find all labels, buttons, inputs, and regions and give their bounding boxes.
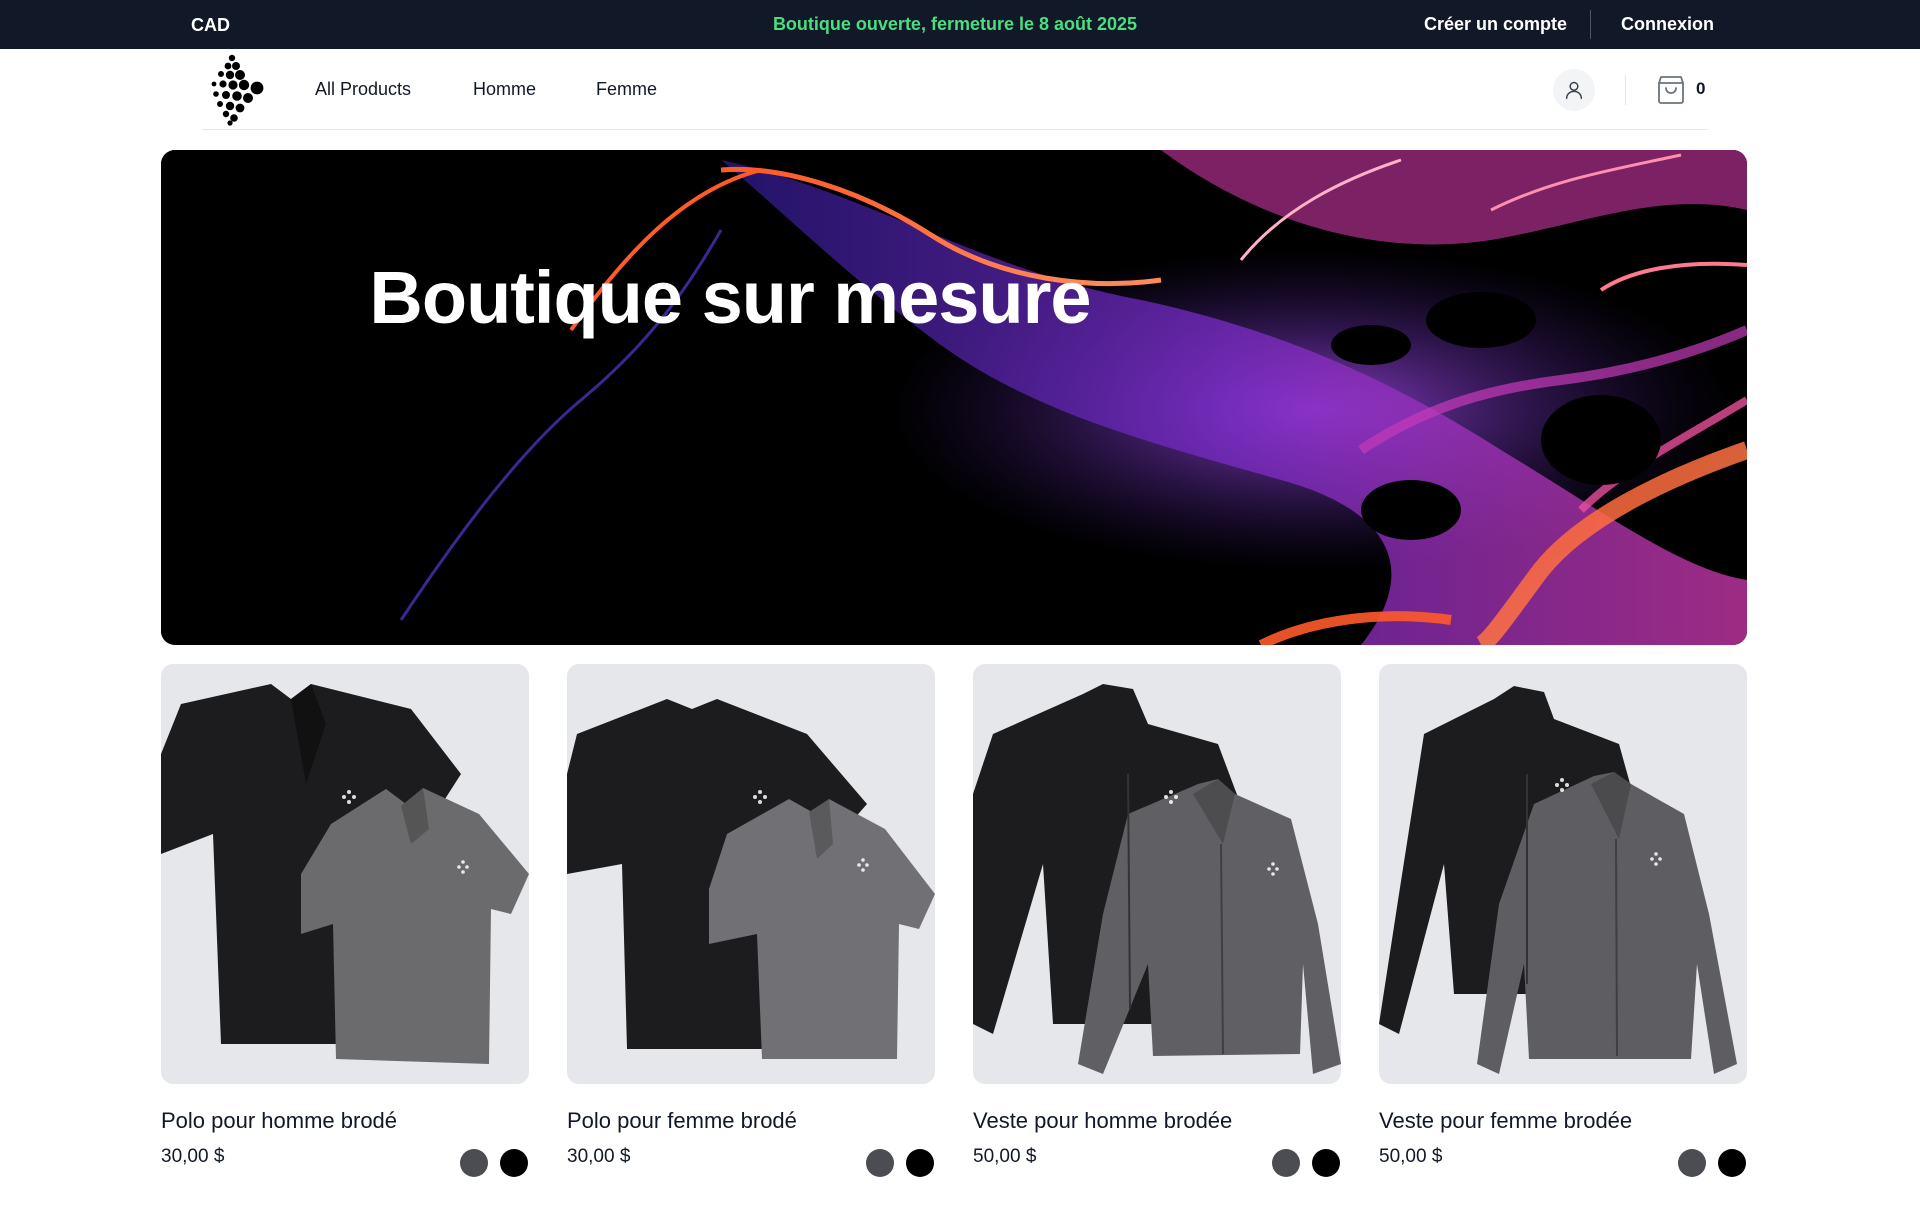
product-name[interactable]: Veste pour homme brodée	[973, 1108, 1232, 1134]
product-card[interactable]: Veste pour femme brodée 50,00 $	[1379, 664, 1747, 1184]
user-icon	[1565, 81, 1583, 99]
nav-all-products[interactable]: All Products	[315, 79, 411, 100]
color-swatch-grey[interactable]	[1678, 1149, 1706, 1177]
hero-banner: Boutique sur mesure	[161, 150, 1747, 645]
product-image[interactable]	[1379, 664, 1747, 1084]
announcement-bar: CAD Boutique ouverte, fermeture le 8 aoû…	[0, 0, 1920, 49]
color-swatch-grey[interactable]	[460, 1149, 488, 1177]
color-swatch-black[interactable]	[906, 1149, 934, 1177]
product-price: 30,00 $	[161, 1146, 225, 1167]
hero-title: Boutique sur mesure	[369, 256, 1091, 339]
product-price: 50,00 $	[1379, 1146, 1443, 1167]
product-price: 50,00 $	[973, 1146, 1037, 1167]
account-button[interactable]	[1553, 69, 1595, 111]
topbar-divider	[1590, 10, 1591, 39]
product-image[interactable]	[567, 664, 935, 1084]
create-account-link[interactable]: Créer un compte	[1424, 14, 1567, 35]
polo-image	[567, 699, 935, 1059]
jacket-image	[1379, 686, 1737, 1074]
product-image[interactable]	[161, 664, 529, 1084]
color-swatch-black[interactable]	[1312, 1149, 1340, 1177]
product-card[interactable]: Polo pour homme brodé 30,00 $	[161, 664, 529, 1184]
product-price: 30,00 $	[567, 1146, 631, 1167]
login-link[interactable]: Connexion	[1621, 14, 1714, 35]
product-card[interactable]: Veste pour homme brodée 50,00 $	[973, 664, 1341, 1184]
nav-homme[interactable]: Homme	[473, 79, 536, 100]
cart-count: 0	[1696, 79, 1706, 98]
color-swatch-grey[interactable]	[1272, 1149, 1300, 1177]
polo-image	[161, 684, 529, 1064]
header-bottom-border	[202, 129, 1708, 130]
jacket-image	[973, 684, 1341, 1074]
header-divider	[1625, 75, 1626, 105]
product-name[interactable]: Polo pour femme brodé	[567, 1108, 797, 1134]
nav-femme[interactable]: Femme	[596, 79, 657, 100]
color-swatch-black[interactable]	[1718, 1149, 1746, 1177]
shopping-bag-icon[interactable]	[1656, 73, 1686, 105]
product-image[interactable]	[973, 664, 1341, 1084]
product-card[interactable]: Polo pour femme brodé 30,00 $	[567, 664, 935, 1184]
dotted-diamond-logo[interactable]	[206, 54, 270, 126]
color-swatch-black[interactable]	[500, 1149, 528, 1177]
product-name[interactable]: Veste pour femme brodée	[1379, 1108, 1632, 1134]
site-header: All Products Homme Femme 0	[0, 49, 1920, 130]
color-swatch-grey[interactable]	[866, 1149, 894, 1177]
product-name[interactable]: Polo pour homme brodé	[161, 1108, 397, 1134]
